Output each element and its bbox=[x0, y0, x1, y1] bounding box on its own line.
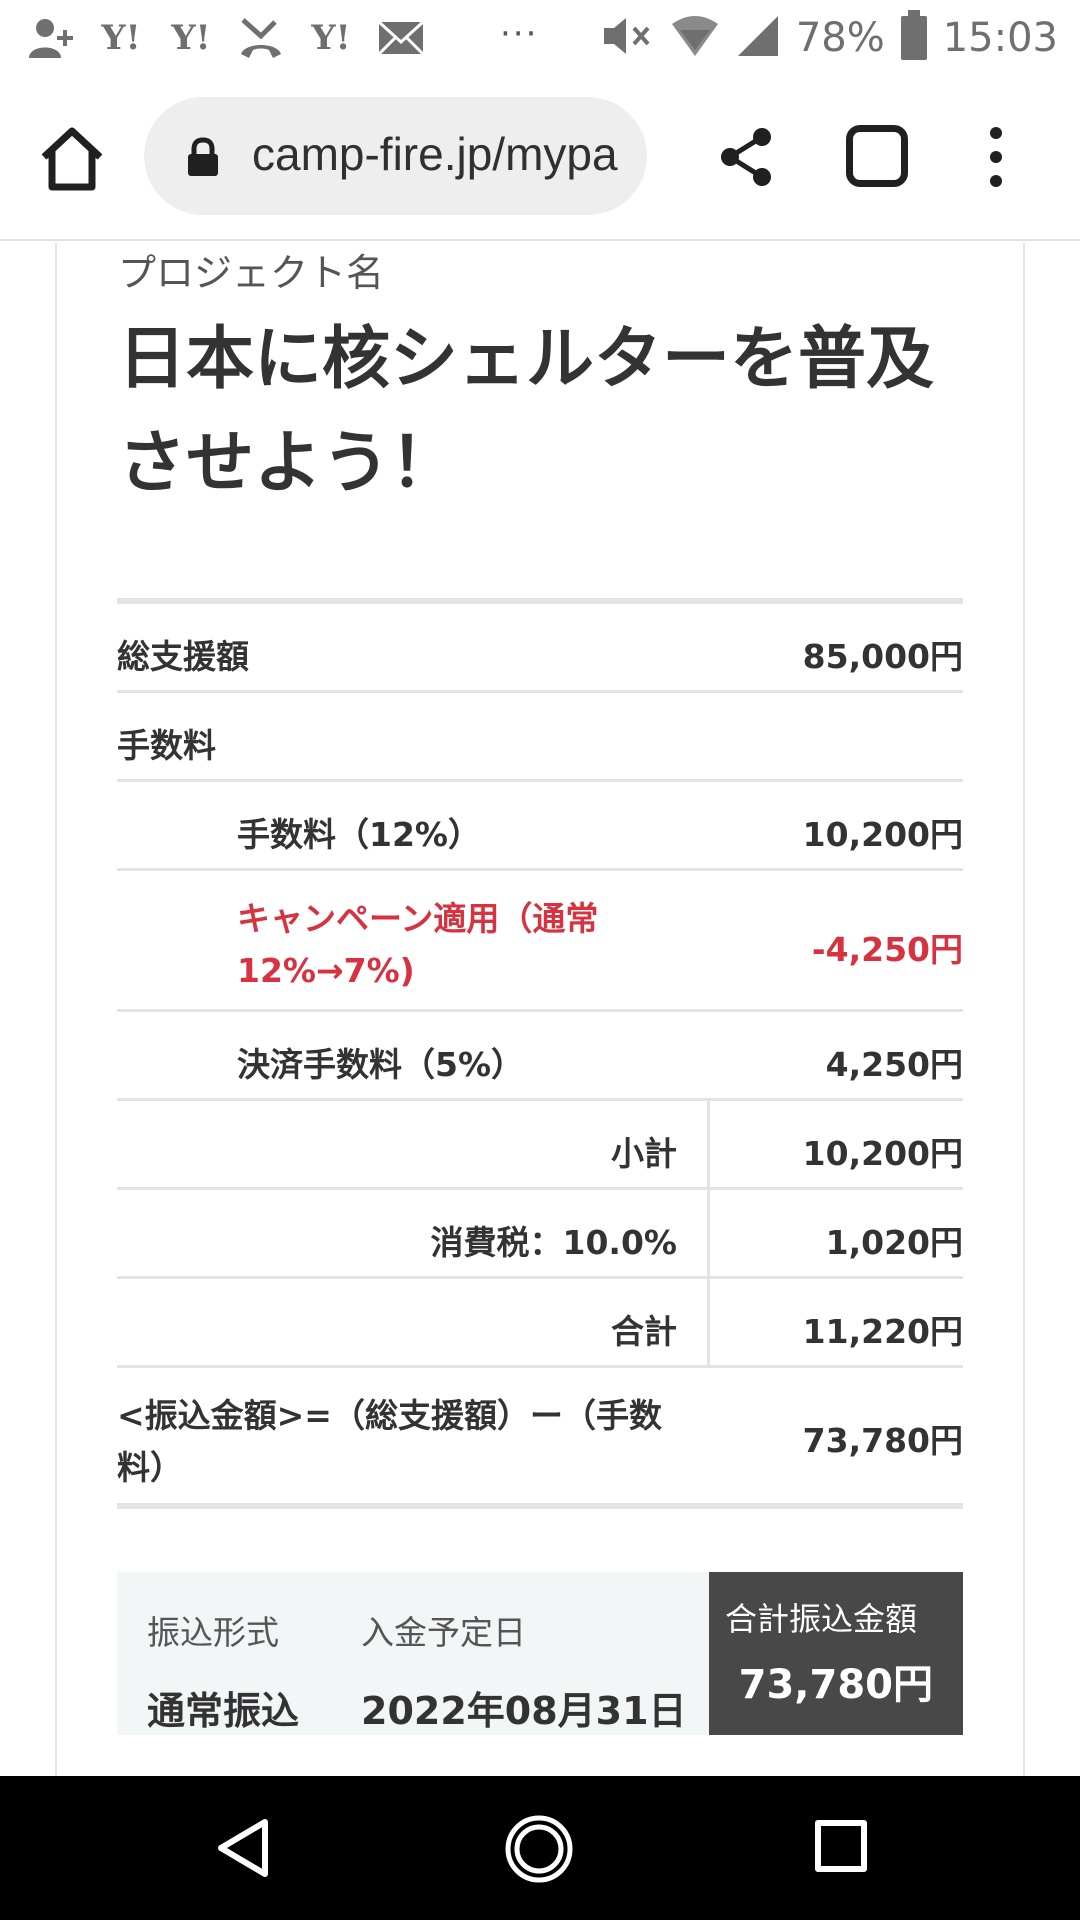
payment-fee-value: 4,250円 bbox=[825, 1045, 963, 1084]
mail-icon bbox=[376, 13, 426, 63]
fee-12-label: 手数料（12%） bbox=[237, 815, 481, 854]
mute-icon bbox=[602, 14, 654, 62]
browser-toolbar: camp-fire.jp/mypa bbox=[0, 75, 1080, 241]
total-support-label: 総支援額 bbox=[117, 637, 249, 676]
missed-call-icon bbox=[236, 13, 286, 63]
transfer-label-line2: 料） bbox=[117, 1448, 183, 1487]
table-row-total-support: 総支援額 85,000円 bbox=[117, 604, 963, 693]
more-notifications-icon: ··· bbox=[500, 14, 539, 54]
share-icon[interactable] bbox=[718, 127, 774, 187]
campaign-label: キャンペーン適用（通常 12%→7%) bbox=[237, 893, 598, 997]
transfer-label-line1: <振込金額>=（総支援額）ー（手数 bbox=[117, 1396, 662, 1435]
tax-value: 1,020円 bbox=[825, 1223, 963, 1262]
transfer-amount-value: 73,780円 bbox=[802, 1421, 963, 1460]
tab-switcher-icon[interactable] bbox=[846, 125, 908, 187]
subtotal-value: 10,200円 bbox=[802, 1134, 963, 1173]
table-row-fee-header: 手数料 bbox=[117, 693, 963, 782]
column-divider bbox=[707, 1190, 710, 1276]
fee-table: 総支援額 85,000円 手数料 手数料（12%） 10,200円 キャンペーン… bbox=[117, 598, 963, 1509]
transfer-type-value: 通常振込 bbox=[147, 1689, 300, 1733]
table-row-payment-fee: 決済手数料（5%） 4,250円 bbox=[117, 1012, 963, 1101]
project-name-label: プロジェクト名 bbox=[118, 251, 385, 295]
transfer-summary: 振込形式 通常振込 入金予定日 2022年08月31日 合計振込金額 73,78… bbox=[117, 1572, 963, 1735]
address-bar[interactable]: camp-fire.jp/mypa bbox=[144, 97, 647, 215]
payment-fee-label: 決済手数料（5%） bbox=[237, 1045, 525, 1084]
project-title: 日本に核シェルターを普及させよう！ bbox=[118, 320, 935, 503]
back-icon[interactable] bbox=[213, 1816, 277, 1880]
fee-12-value: 10,200円 bbox=[802, 815, 963, 854]
table-row-subtotal: 小計 10,200円 bbox=[117, 1101, 963, 1190]
person-add-icon bbox=[26, 13, 76, 63]
column-divider bbox=[707, 1101, 710, 1187]
table-row-tax: 消費税：10.0% 1,020円 bbox=[117, 1190, 963, 1279]
battery-icon bbox=[900, 10, 927, 60]
recent-apps-icon[interactable] bbox=[815, 1820, 867, 1872]
subtotal-label: 小計 bbox=[611, 1134, 677, 1173]
deposit-date-label: 入金予定日 bbox=[361, 1613, 526, 1652]
table-row-total: 合計 11,220円 bbox=[117, 1279, 963, 1368]
yahoo-icon: Y! bbox=[311, 18, 351, 58]
clock: 15:03 bbox=[942, 15, 1058, 61]
transfer-type: 振込形式 通常振込 bbox=[147, 1606, 299, 1735]
deposit-date: 入金予定日 2022年08月31日 bbox=[361, 1606, 687, 1735]
transfer-type-label: 振込形式 bbox=[147, 1613, 279, 1652]
status-bar: Y! Y! Y! ··· 78% 15:03 bbox=[0, 0, 1080, 75]
url-text[interactable]: camp-fire.jp/mypa bbox=[252, 127, 632, 181]
table-row-campaign: キャンペーン適用（通常 12%→7%) -4,250円 bbox=[117, 871, 963, 1012]
campaign-label-line2: 12%→7%) bbox=[237, 951, 415, 990]
transfer-amount-label: <振込金額>=（総支援額）ー（手数 料） bbox=[117, 1390, 662, 1494]
yahoo-icon: Y! bbox=[171, 18, 211, 58]
more-menu-icon[interactable] bbox=[978, 125, 1014, 189]
home-icon[interactable] bbox=[36, 123, 108, 195]
total-support-value: 85,000円 bbox=[802, 637, 963, 676]
home-circle-icon[interactable] bbox=[504, 1814, 574, 1884]
tax-label: 消費税：10.0% bbox=[430, 1223, 678, 1262]
notification-icons: Y! Y! Y! bbox=[26, 10, 426, 66]
yahoo-icon: Y! bbox=[101, 18, 141, 58]
fee-header-label: 手数料 bbox=[117, 726, 216, 765]
wifi-icon bbox=[670, 14, 720, 62]
campaign-label-line1: キャンペーン適用（通常 bbox=[237, 899, 599, 938]
total-transfer-value: 73,780円 bbox=[738, 1662, 933, 1708]
total-value: 11,220円 bbox=[802, 1312, 963, 1351]
column-divider bbox=[707, 1279, 710, 1365]
system-nav-bar bbox=[0, 1776, 1080, 1920]
deposit-date-value: 2022年08月31日 bbox=[361, 1689, 687, 1733]
table-row-transfer-amount: <振込金額>=（総支援額）ー（手数 料） 73,780円 bbox=[117, 1368, 963, 1509]
lock-icon bbox=[186, 137, 220, 177]
signal-icon bbox=[736, 14, 780, 62]
battery-percent: 78% bbox=[795, 15, 885, 61]
total-label: 合計 bbox=[611, 1312, 677, 1351]
total-transfer-box: 合計振込金額 73,780円 bbox=[709, 1572, 963, 1735]
campaign-value: -4,250円 bbox=[811, 930, 963, 969]
total-transfer-label: 合計振込金額 bbox=[725, 1600, 918, 1638]
system-status: 78% 15:03 bbox=[602, 10, 1058, 66]
table-row-fee-12: 手数料（12%） 10,200円 bbox=[117, 782, 963, 871]
